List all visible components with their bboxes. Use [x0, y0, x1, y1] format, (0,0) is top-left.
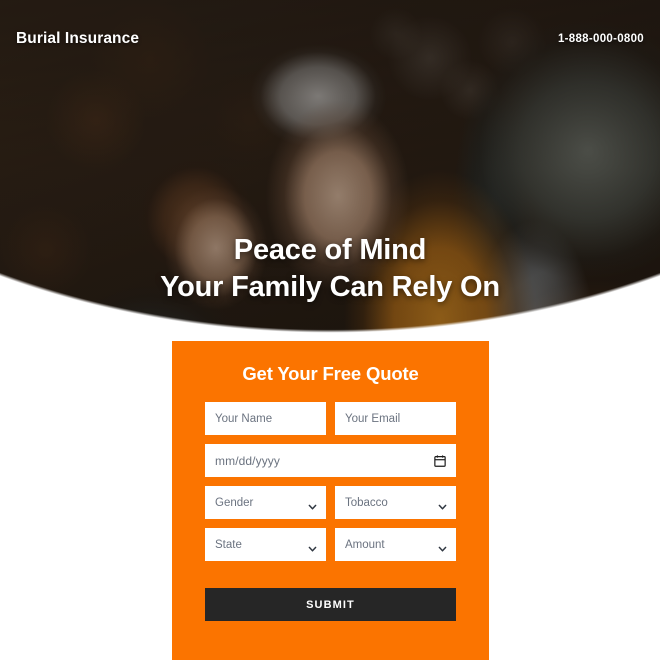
amount-select-wrapper: Amount	[335, 528, 456, 561]
landing-page: Burial Insurance 1-888-000-0800 Peace of…	[0, 0, 660, 660]
name-input[interactable]: Your Name	[205, 402, 326, 435]
quote-form-card: Get Your Free Quote Your Name Your Email…	[172, 341, 489, 660]
gender-select-wrapper: Gender	[205, 486, 326, 519]
submit-button[interactable]: SUBMIT	[205, 588, 456, 621]
dob-input[interactable]: mm/dd/yyyy	[205, 444, 456, 477]
dob-placeholder-text: mm/dd/yyyy	[215, 453, 281, 468]
gender-select[interactable]: Gender	[205, 486, 326, 519]
headline-line-1: Peace of Mind	[233, 234, 427, 266]
form-row-gender-tobacco: Gender Tobacco	[205, 486, 456, 519]
site-header: Burial Insurance 1-888-000-0800	[0, 0, 660, 78]
form-row-dob: mm/dd/yyyy	[205, 444, 456, 477]
headline-line-2: Your Family Can Rely On	[160, 271, 500, 304]
state-select-wrapper: State	[205, 528, 326, 561]
phone-number-link[interactable]: 1-888-000-0800	[558, 33, 644, 45]
amount-select[interactable]: Amount	[335, 528, 456, 561]
hero-headline: Peace of Mind Your Family Can Rely On	[0, 232, 660, 306]
state-select[interactable]: State	[205, 528, 326, 561]
dob-field-wrapper: mm/dd/yyyy	[205, 444, 456, 477]
form-row-state-amount: State Amount	[205, 528, 456, 561]
tobacco-select[interactable]: Tobacco	[335, 486, 456, 519]
email-input[interactable]: Your Email	[335, 402, 456, 435]
brand-logo[interactable]: Burial Insurance	[16, 30, 139, 48]
form-title: Get Your Free Quote	[242, 363, 419, 384]
calendar-icon[interactable]	[434, 454, 446, 467]
form-row-name-email: Your Name Your Email	[205, 402, 456, 435]
tobacco-select-wrapper: Tobacco	[335, 486, 456, 519]
